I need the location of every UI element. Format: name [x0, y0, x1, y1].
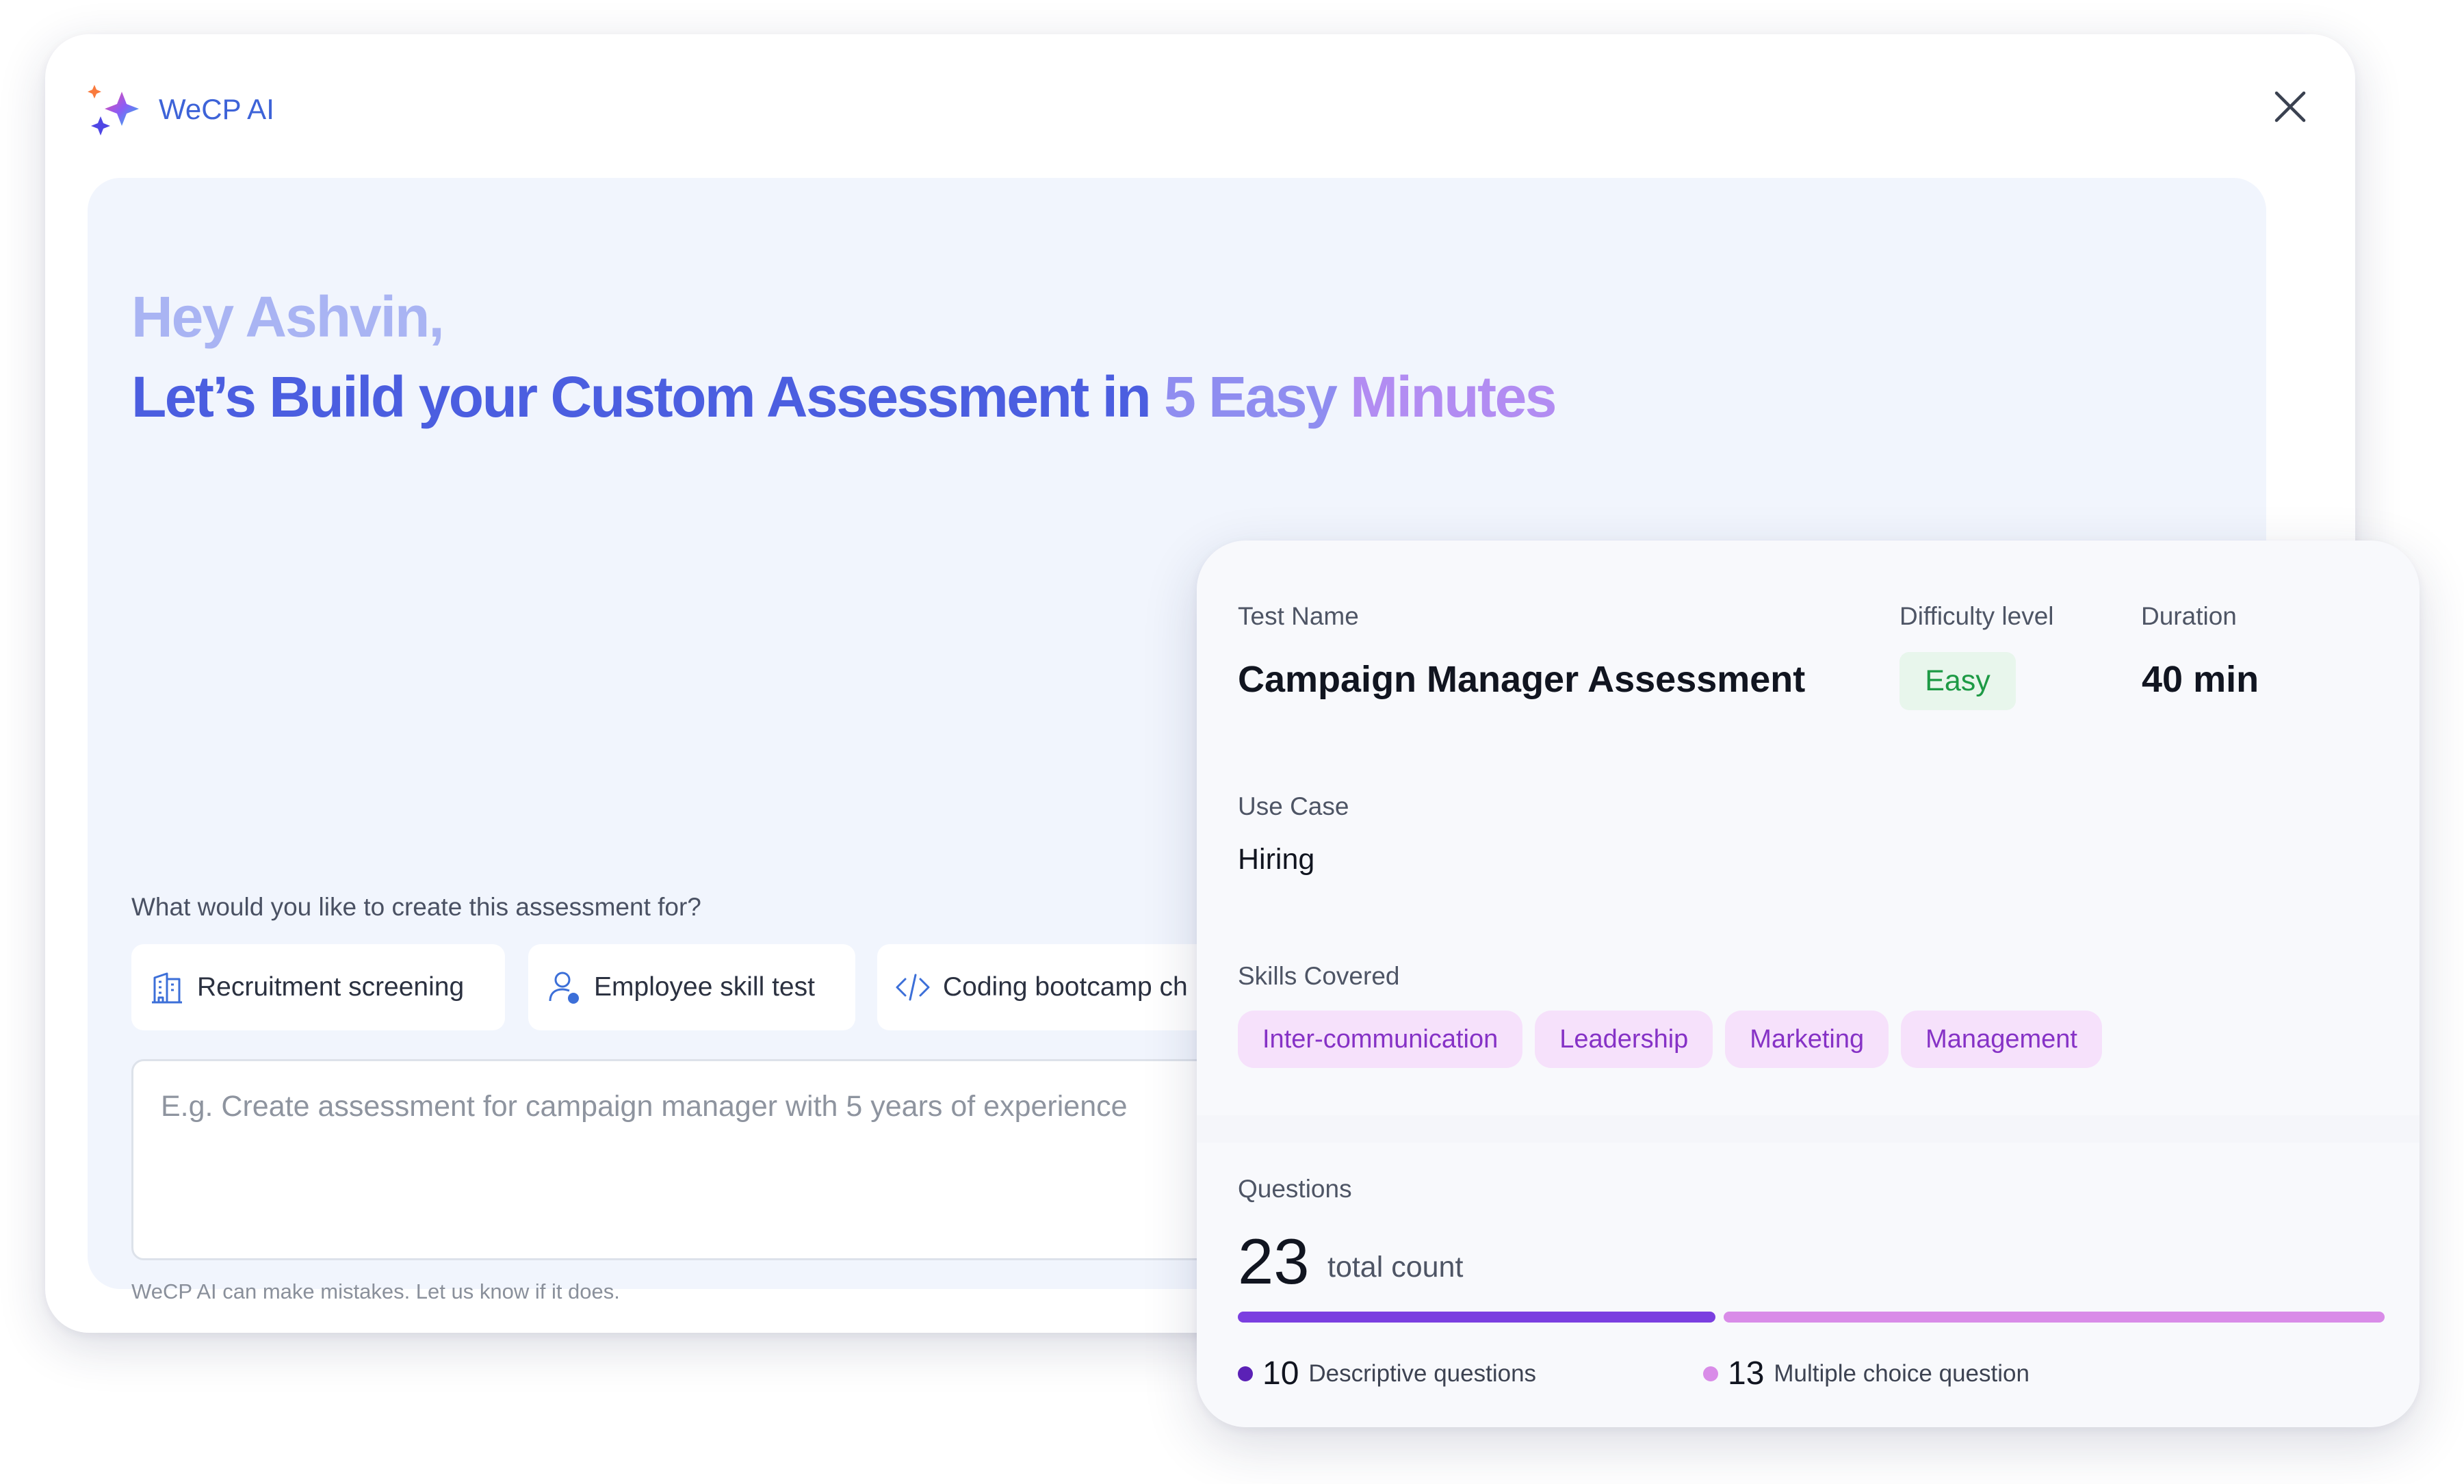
user-check-icon — [549, 972, 579, 1004]
option-employee-skill-test[interactable]: Employee skill test — [528, 944, 855, 1030]
headline-part1: Let’s Build your Custom Assessment in — [131, 365, 1165, 429]
headline-part3: Minutes — [1350, 365, 1557, 429]
headline-part2: 5 Easy — [1164, 365, 1351, 429]
mcq-count: 13 — [1728, 1355, 1765, 1392]
option-recruitment-screening[interactable]: Recruitment screening — [131, 944, 505, 1030]
brand-name: WeCP AI — [159, 93, 274, 125]
assessment-prompt-field[interactable] — [131, 1059, 1363, 1260]
test-name-label: Test Name — [1238, 602, 1359, 630]
headline: Let’s Build your Custom Assessment in 5 … — [131, 364, 1557, 430]
option-label: Employee skill test — [594, 972, 815, 1002]
duration-label: Duration — [2141, 602, 2237, 630]
skill-tag: Leadership — [1535, 1011, 1713, 1068]
option-label: Coding bootcamp ch — [943, 972, 1188, 1002]
questions-total-suffix: total count — [1327, 1251, 1464, 1284]
questions-label: Questions — [1238, 1175, 1352, 1203]
descriptive-dot-icon — [1238, 1366, 1253, 1381]
difficulty-label: Difficulty level — [1899, 602, 2054, 630]
close-icon[interactable] — [2271, 88, 2309, 126]
brand: WeCP AI — [88, 82, 274, 137]
assessment-summary-card: Test Name Campaign Manager Assessment Di… — [1197, 541, 2420, 1427]
sparkle-logo-icon — [88, 85, 139, 135]
legend-mcq: 13 Multiple choice question — [1703, 1355, 2029, 1392]
code-icon — [896, 974, 930, 1001]
summary-details: Test Name Campaign Manager Assessment Di… — [1197, 541, 2420, 1115]
use-case-value: Hiring — [1238, 843, 1315, 876]
difficulty-badge: Easy — [1899, 652, 2016, 710]
use-case-label: Use Case — [1238, 792, 1349, 820]
skill-tag: Inter-communication — [1238, 1011, 1523, 1068]
questions-total: 23 — [1238, 1225, 1310, 1297]
building-icon — [152, 972, 182, 1004]
use-case-question: What would you like to create this asses… — [131, 893, 701, 921]
skills-label: Skills Covered — [1238, 962, 1400, 990]
close-button[interactable] — [2271, 88, 2309, 126]
descriptive-label: Descriptive questions — [1308, 1359, 1537, 1387]
mcq-dot-icon — [1703, 1366, 1718, 1381]
descriptive-progress-bar — [1238, 1312, 1715, 1323]
assessment-prompt-input[interactable] — [161, 1090, 1334, 1123]
legend-descriptive: 10 Descriptive questions — [1238, 1355, 1536, 1392]
skill-tag: Management — [1901, 1011, 2102, 1068]
descriptive-count: 10 — [1262, 1355, 1299, 1392]
mcq-progress-bar — [1724, 1312, 2385, 1323]
skill-tag: Marketing — [1725, 1011, 1889, 1068]
greeting: Hey Ashvin, — [131, 285, 445, 349]
skills-list: Inter-communication Leadership Marketing… — [1238, 1011, 2102, 1068]
option-label: Recruitment screening — [197, 972, 465, 1002]
disclaimer: WeCP AI can make mistakes. Let us know i… — [131, 1279, 620, 1303]
mcq-label: Multiple choice question — [1774, 1359, 2029, 1387]
duration-value: 40 min — [2142, 659, 2259, 700]
test-name: Campaign Manager Assessment — [1238, 659, 1806, 700]
